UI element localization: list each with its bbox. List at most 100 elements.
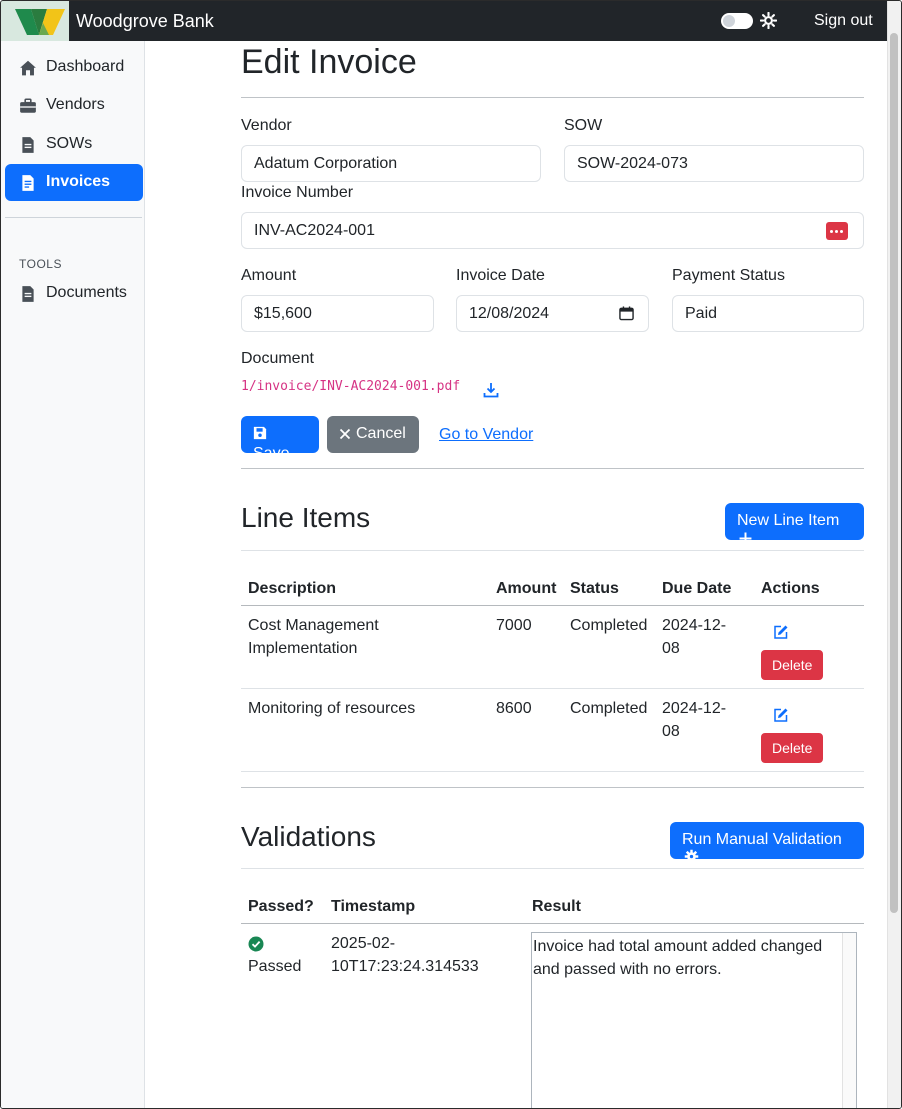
- table-row-border: [241, 688, 864, 689]
- tools-section-label: TOOLS: [19, 257, 62, 271]
- title-divider: [241, 97, 864, 98]
- save-button[interactable]: Save: [241, 416, 319, 462]
- app-window: Woodgrove Bank Sign out Dashboard Vendor…: [0, 0, 902, 1109]
- sign-out-link[interactable]: Sign out: [814, 12, 873, 30]
- line-item-due-date: 2024-12- 08: [662, 700, 727, 740]
- validation-passed: Passed: [248, 958, 302, 975]
- sidebar: Dashboard Vendors SOWs Invoices TOOLS Do…: [1, 41, 145, 1108]
- column-header-description: Description: [248, 580, 337, 597]
- brand-name[interactable]: Woodgrove Bank: [76, 11, 214, 32]
- form-divider: [241, 468, 864, 469]
- line-item-status: Completed: [570, 700, 648, 717]
- line-item-status: Completed: [570, 617, 648, 634]
- woodgrove-logo-icon[interactable]: [1, 1, 69, 41]
- sidebar-item-sows[interactable]: SOWs: [5, 126, 143, 163]
- sow-label: SOW: [564, 117, 603, 134]
- table-header-border: [241, 923, 864, 924]
- check-circle-icon: [248, 936, 264, 957]
- document-label: Document: [241, 350, 314, 367]
- line-items-title: Line Items: [241, 502, 371, 533]
- page-scrollbar-thumb[interactable]: [890, 33, 898, 913]
- run-validation-label: Run Manual Validation: [682, 831, 842, 848]
- column-header-actions: Actions: [761, 580, 820, 597]
- run-manual-validation-button[interactable]: Run Manual Validation: [670, 822, 864, 864]
- floppy-disk-icon: [253, 426, 267, 445]
- sidebar-item-label: Dashboard: [46, 58, 125, 75]
- gear-icon: [684, 849, 699, 869]
- table-header-border: [241, 605, 864, 606]
- delete-button[interactable]: Delete: [761, 650, 824, 680]
- sow-field[interactable]: SOW-2024-073: [564, 145, 864, 182]
- gear-sun-icon[interactable]: [759, 11, 778, 34]
- sow-value: SOW-2024-073: [577, 155, 688, 172]
- column-header-timestamp: Timestamp: [331, 898, 416, 915]
- payment-status-field[interactable]: Paid: [672, 295, 864, 332]
- plus-icon: [739, 532, 752, 550]
- calendar-icon[interactable]: [619, 306, 634, 326]
- file-icon: [19, 136, 37, 154]
- amount-value: $15,600: [254, 305, 312, 322]
- main-content: Edit Invoice Vendor Adatum Corporation S…: [146, 41, 887, 1108]
- column-header-result: Result: [532, 898, 581, 915]
- invoice-number-label: Invoice Number: [241, 184, 354, 201]
- sidebar-item-label: Vendors: [46, 96, 105, 113]
- invoice-number-field[interactable]: INV-AC2024-001: [241, 212, 864, 249]
- payment-status-value: Paid: [685, 305, 718, 322]
- line-item-due-date: 2024-12- 08: [662, 617, 727, 657]
- column-header-due-date: Due Date: [662, 580, 732, 597]
- invoice-date-label: Invoice Date: [456, 267, 545, 284]
- go-to-vendor-link[interactable]: Go to Vendor: [439, 426, 533, 444]
- new-line-item-button[interactable]: New Line Item: [725, 503, 864, 545]
- validation-result-textarea[interactable]: Invoice had total amount added changed a…: [531, 932, 857, 1108]
- table-row-border: [241, 771, 864, 772]
- vendor-field[interactable]: Adatum Corporation: [241, 145, 541, 182]
- payment-status-label: Payment Status: [672, 267, 785, 284]
- edit-icon[interactable]: [773, 624, 789, 645]
- section-divider: [241, 787, 864, 788]
- save-label: Save: [253, 445, 290, 462]
- sidebar-item-documents[interactable]: Documents: [5, 275, 143, 312]
- amount-label: Amount: [241, 267, 297, 284]
- password-manager-icon[interactable]: [826, 222, 848, 240]
- column-header-status: Status: [570, 580, 619, 597]
- file-icon: [19, 285, 37, 303]
- edit-icon[interactable]: [773, 707, 789, 728]
- sidebar-item-label: SOWs: [46, 135, 93, 152]
- line-items-divider: [241, 550, 864, 551]
- sidebar-item-dashboard[interactable]: Dashboard: [5, 49, 143, 86]
- delete-button[interactable]: Delete: [761, 733, 824, 763]
- cancel-button[interactable]: Cancel: [327, 416, 419, 453]
- validations-title: Validations: [241, 821, 376, 852]
- invoice-date-value: 12/08/2024: [469, 305, 550, 322]
- validation-timestamp: 2025-02- 10T17:23:24.314533: [331, 935, 479, 975]
- top-navbar: Woodgrove Bank Sign out: [1, 1, 887, 41]
- briefcase-icon: [19, 97, 37, 115]
- sidebar-item-label: Invoices: [46, 173, 111, 190]
- textarea-scrollbar[interactable]: [842, 933, 856, 1108]
- close-icon: [339, 427, 351, 445]
- page-title: Edit Invoice: [241, 43, 417, 81]
- line-item-description: Monitoring of resources: [248, 700, 416, 717]
- sidebar-item-label: Documents: [46, 284, 127, 301]
- line-item-amount: 7000: [496, 617, 532, 634]
- column-header-passed: Passed?: [248, 898, 314, 915]
- sidebar-item-invoices[interactable]: Invoices: [5, 164, 143, 201]
- amount-field[interactable]: $15,600: [241, 295, 434, 332]
- invoice-date-field[interactable]: 12/08/2024: [456, 295, 649, 332]
- cancel-label: Cancel: [356, 425, 406, 442]
- validations-divider: [241, 868, 864, 869]
- file-text-icon: [19, 174, 37, 192]
- line-item-amount: 8600: [496, 700, 532, 717]
- vendor-value: Adatum Corporation: [254, 155, 398, 172]
- validation-result: Invoice had total amount added changed a…: [533, 938, 823, 978]
- home-icon: [19, 59, 37, 77]
- sidebar-divider: [5, 217, 142, 218]
- column-header-amount: Amount: [496, 580, 557, 597]
- new-line-item-label: New Line Item: [737, 512, 840, 529]
- line-item-description: Cost Management Implementation: [248, 617, 379, 657]
- theme-toggle[interactable]: [721, 13, 753, 29]
- invoice-number-value: INV-AC2024-001: [254, 222, 375, 239]
- document-path[interactable]: 1/invoice/INV-AC2024-001.pdf: [241, 379, 460, 394]
- sidebar-item-vendors[interactable]: Vendors: [5, 87, 143, 124]
- download-icon[interactable]: [483, 382, 499, 403]
